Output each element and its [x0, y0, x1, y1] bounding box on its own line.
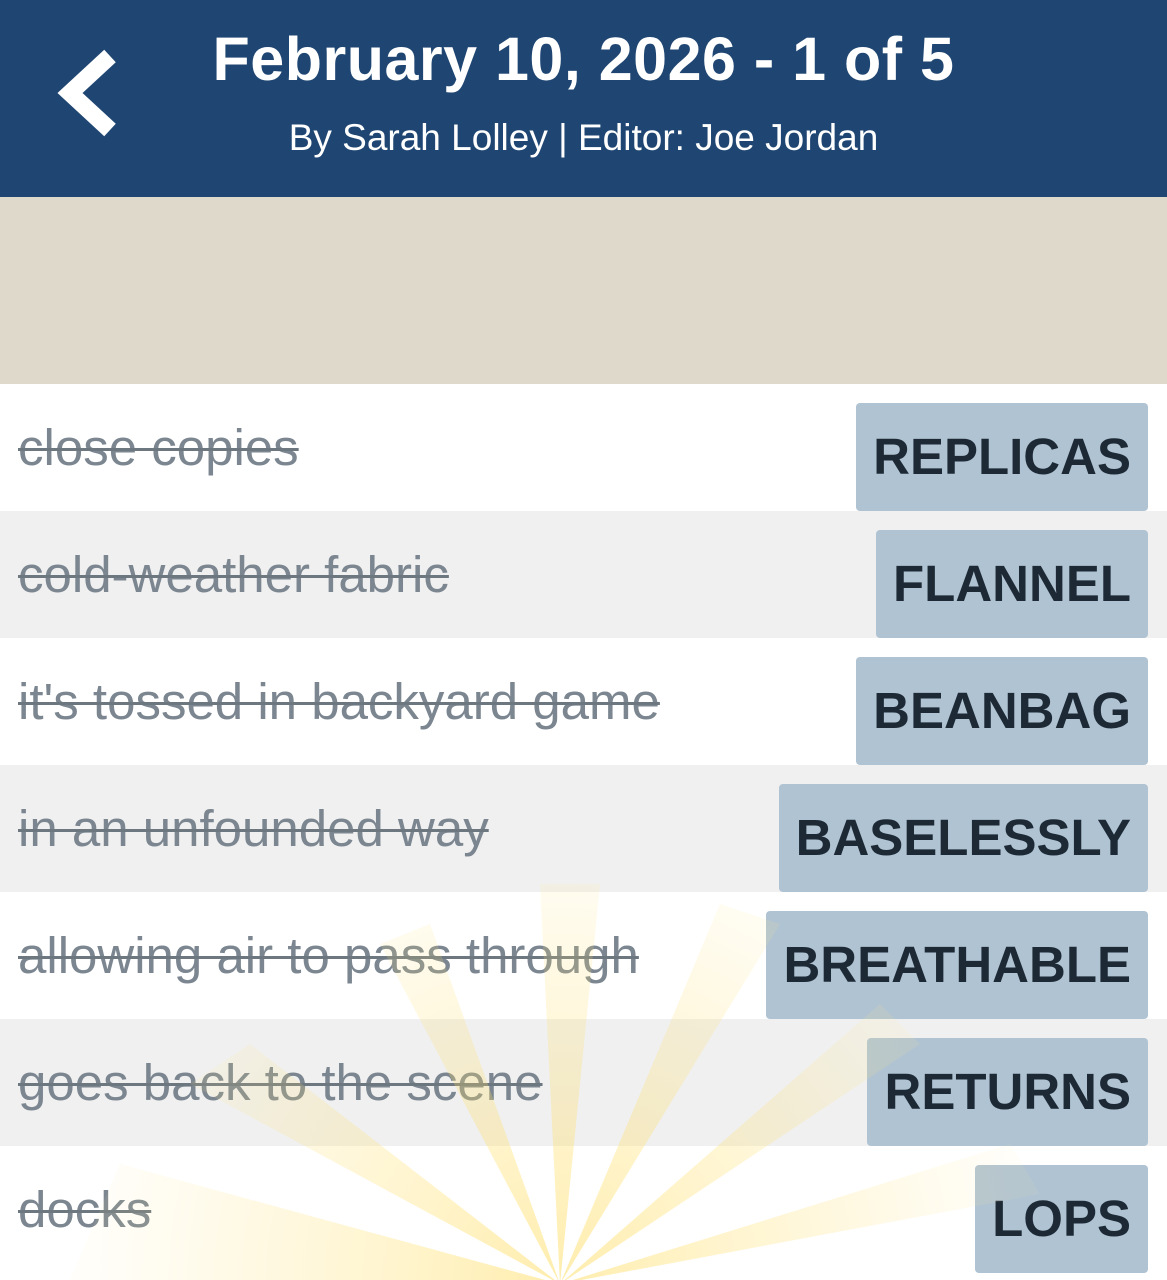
clue-row[interactable]: in an unfounded way BASELESSLY — [0, 765, 1167, 892]
clue-text: in an unfounded way — [18, 800, 489, 857]
answer-badge: BEANBAG — [856, 657, 1148, 765]
clue-text: docks — [18, 1181, 152, 1238]
answer-badge: REPLICAS — [856, 403, 1148, 511]
clue-text: close copies — [18, 419, 299, 476]
clue-row[interactable]: docks LOPS — [0, 1146, 1167, 1273]
clue-list: close copies REPLICAS cold-weather fabri… — [0, 384, 1167, 1280]
ad-banner — [0, 197, 1167, 384]
header-bar: February 10, 2026 - 1 of 5 By Sarah Loll… — [0, 0, 1167, 197]
clue-row[interactable]: close copies REPLICAS — [0, 384, 1167, 511]
answer-badge: LOPS — [975, 1165, 1148, 1273]
clue-text: it's tossed in backyard game — [18, 673, 660, 730]
clue-row[interactable]: goes back to the scene RETURNS — [0, 1019, 1167, 1146]
answer-badge: RETURNS — [867, 1038, 1148, 1146]
clue-text: goes back to the scene — [18, 1054, 543, 1111]
answer-badge: FLANNEL — [876, 530, 1148, 638]
puzzle-title: February 10, 2026 - 1 of 5 — [212, 25, 955, 93]
puzzle-byline: By Sarah Lolley | Editor: Joe Jordan — [288, 117, 879, 158]
answer-badge: BREATHABLE — [766, 911, 1148, 1019]
clue-row[interactable]: cold-weather fabric FLANNEL — [0, 511, 1167, 638]
clue-text: allowing air to pass through — [18, 927, 639, 984]
clue-text: cold-weather fabric — [18, 546, 449, 603]
answer-badge: BASELESSLY — [778, 784, 1148, 892]
clue-row[interactable]: it's tossed in backyard game BEANBAG — [0, 638, 1167, 765]
clue-row[interactable]: allowing air to pass through BREATHABLE — [0, 892, 1167, 1019]
